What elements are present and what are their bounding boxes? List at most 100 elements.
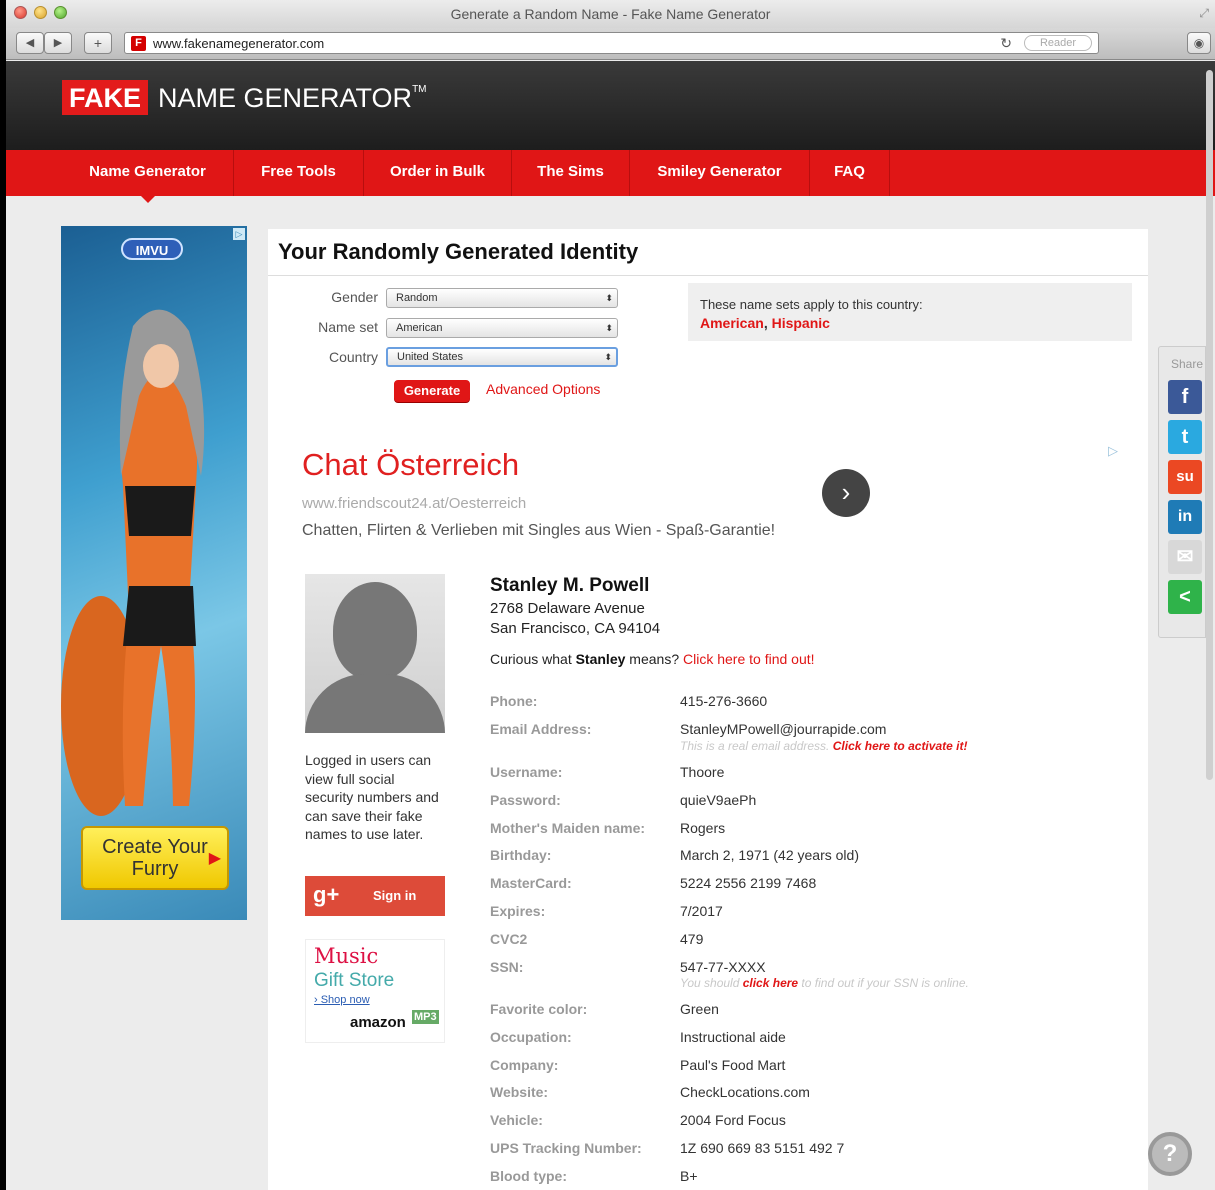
email-value[interactable]: StanleyMPowell@jourrapide.com <box>680 721 886 737</box>
reader-button[interactable]: Reader <box>1024 35 1092 51</box>
site-favicon-icon: F <box>131 36 146 51</box>
curious-prefix: Curious what <box>490 651 576 667</box>
amazon-ad-music: Music <box>314 944 379 968</box>
activate-email-link[interactable]: Click here to activate it! <box>833 739 968 753</box>
address-line-2: San Francisco, CA 94104 <box>490 620 661 637</box>
company-label: Company: <box>490 1057 559 1073</box>
chevron-right-icon[interactable]: › <box>822 469 870 517</box>
address-bar[interactable]: F www.fakenamegenerator.com ↻ Reader <box>124 32 1099 54</box>
mastercard-label: MasterCard: <box>490 875 572 891</box>
ad-brand-logo: IMVU <box>121 238 183 260</box>
google-signin-label: Sign in <box>373 888 417 903</box>
title-divider <box>268 275 1148 276</box>
email-note-text: This is a real email address. <box>680 739 833 753</box>
password-label: Password: <box>490 792 561 808</box>
email-icon[interactable]: ✉ <box>1168 540 1202 574</box>
plus-icon: + <box>93 35 103 51</box>
browser-toolbar: ◀ ▶ + F www.fakenamegenerator.com ↻ Read… <box>6 28 1215 60</box>
cvc2-label: CVC2 <box>490 931 528 947</box>
ad-character-illustration <box>61 309 205 816</box>
fullscreen-icon[interactable]: ⤢ <box>1199 6 1209 21</box>
share-label: Share <box>1171 357 1204 371</box>
nav-the-sims[interactable]: The Sims <box>512 150 630 196</box>
name-meaning-link[interactable]: Click here to find out! <box>683 651 815 667</box>
browser-window: Generate a Random Name - Fake Name Gener… <box>6 0 1215 1190</box>
expires-value: 7/2017 <box>680 903 723 919</box>
amazon-logo: amazon <box>350 1014 406 1031</box>
nameset-hispanic-link[interactable]: Hispanic <box>772 315 830 331</box>
blood-type-label: Blood type: <box>490 1168 567 1184</box>
ad-choices-icon[interactable]: ▷ <box>1108 443 1118 459</box>
username-label: Username: <box>490 764 563 780</box>
text-ad-url[interactable]: www.friendscout24.at/Oesterreich <box>302 495 526 512</box>
generate-button[interactable]: Generate <box>394 380 470 402</box>
gender-select[interactable]: Random ⬍ <box>386 288 618 308</box>
help-icon[interactable]: ? <box>1148 1132 1192 1176</box>
left-banner-ad[interactable]: IMVU ▷ Create Your Furry ▶ <box>61 226 247 920</box>
occupation-value: Instructional aide <box>680 1029 786 1045</box>
linkedin-icon[interactable]: in <box>1168 500 1202 534</box>
country-select-value: United States <box>397 351 464 363</box>
ssn-label: SSN: <box>490 959 524 975</box>
nameset-separator: , <box>763 315 772 331</box>
namesets-list: American, Hispanic <box>700 315 830 331</box>
ad-cta-button[interactable]: Create Your Furry ▶ <box>81 826 229 890</box>
country-select[interactable]: United States ⬍ <box>386 347 618 367</box>
page-title: Your Randomly Generated Identity <box>278 239 639 264</box>
mastercard-value: 5224 2556 2199 7468 <box>680 875 817 891</box>
ad-cta-text: Create Your Furry <box>102 836 208 880</box>
site-logo[interactable]: FAKE NAME GENERATORTM <box>62 80 427 115</box>
nav-free-tools[interactable]: Free Tools <box>234 150 364 196</box>
twitter-icon[interactable]: t <box>1168 420 1202 454</box>
google-signin-button[interactable]: g+ Sign in <box>305 876 445 916</box>
nav-smiley-generator[interactable]: Smiley Generator <box>630 150 810 196</box>
text-ad-headline[interactable]: Chat Österreich <box>302 447 519 483</box>
phone-value: 415-276-3660 <box>680 693 768 709</box>
occupation-label: Occupation: <box>490 1029 572 1045</box>
advanced-options-link[interactable]: Advanced Options <box>486 381 600 397</box>
identity-name: Stanley M. Powell <box>490 575 650 596</box>
maiden-name-label: Mother's Maiden name: <box>490 820 646 836</box>
country-namesets-box: These name sets apply to this country: A… <box>688 283 1132 341</box>
reload-icon[interactable]: ↻ <box>1000 35 1012 52</box>
ad-choices-icon[interactable]: ▷ <box>233 228 245 240</box>
downloads-button[interactable]: ◉ <box>1187 32 1211 54</box>
username-value: Thoore <box>680 764 725 780</box>
nameset-select[interactable]: American ⬍ <box>386 318 618 338</box>
mp3-badge: MP3 <box>412 1010 439 1024</box>
nav-order-in-bulk[interactable]: Order in Bulk <box>364 150 512 196</box>
identity-address: 2768 Delaware Avenue San Francisco, CA 9… <box>490 599 660 639</box>
vertical-scrollbar[interactable] <box>1206 70 1213 780</box>
logo-tm: TM <box>412 83 427 95</box>
stumbleupon-icon[interactable]: su <box>1168 460 1202 494</box>
facebook-icon[interactable]: f <box>1168 380 1202 414</box>
sharethis-icon[interactable]: < <box>1168 580 1202 614</box>
expires-label: Expires: <box>490 903 546 919</box>
logged-in-note: Logged in users can view full social sec… <box>305 752 439 842</box>
nameset-american-link[interactable]: American <box>700 315 764 331</box>
forward-button[interactable]: ▶ <box>44 32 72 54</box>
avatar-body <box>305 674 445 733</box>
password-value: quieV9aePh <box>680 792 757 808</box>
ups-tracking-value: 1Z 690 669 83 5151 492 7 <box>680 1140 845 1156</box>
text-ad[interactable]: Chat Österreich www.friendscout24.at/Oes… <box>302 443 1132 547</box>
ssn-check-link[interactable]: click here <box>743 976 798 990</box>
back-button[interactable]: ◀ <box>16 32 44 54</box>
add-bookmark-button[interactable]: + <box>84 32 112 54</box>
amazon-ad[interactable]: Music Gift Store › Shop now amazon MP3 <box>305 939 445 1043</box>
gender-label: Gender <box>331 289 378 305</box>
logo-rest-text: NAME GENERATOR <box>158 82 413 113</box>
nav-faq[interactable]: FAQ <box>810 150 890 196</box>
company-value: Paul's Food Mart <box>680 1057 786 1073</box>
main-nav: Name Generator Free Tools Order in Bulk … <box>6 150 1215 203</box>
email-note: This is a real email address. Click here… <box>680 739 967 753</box>
ssn-value: 547-77-XXXX <box>680 959 766 975</box>
play-arrow-icon: ▶ <box>208 850 221 867</box>
nav-name-generator[interactable]: Name Generator <box>62 150 234 203</box>
country-label: Country <box>328 349 378 365</box>
avatar-head <box>333 582 417 680</box>
url-text: www.fakenamegenerator.com <box>153 36 325 51</box>
amazon-ad-shop-link[interactable]: › Shop now <box>314 994 370 1006</box>
curious-mid: means? <box>625 651 683 667</box>
cvc2-value: 479 <box>680 931 704 947</box>
